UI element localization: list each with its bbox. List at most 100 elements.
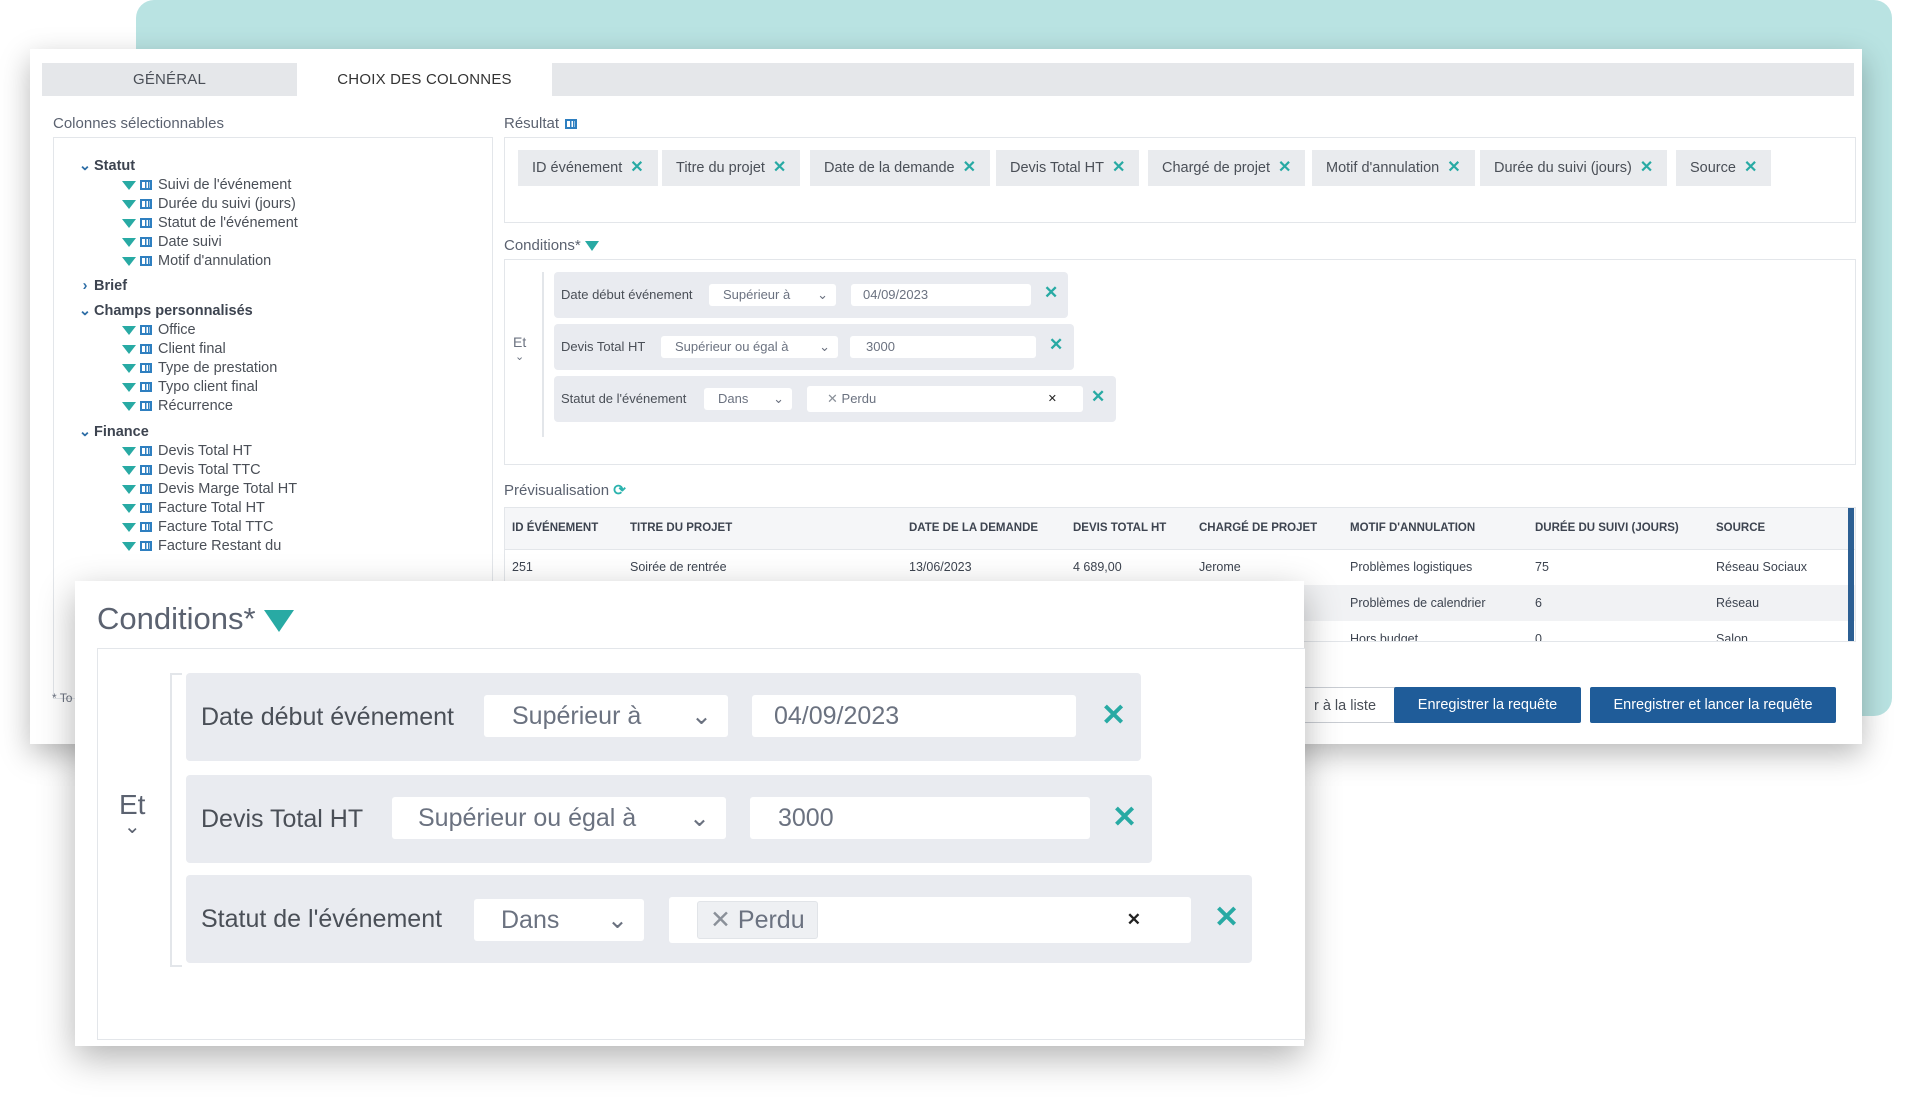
column-header[interactable]: CHARGÉ DE PROJET xyxy=(1199,522,1317,534)
close-icon[interactable]: ✕ xyxy=(773,159,786,176)
column-header[interactable]: TITRE DU PROJET xyxy=(630,522,732,534)
column-header[interactable]: DATE DE LA DEMANDE xyxy=(909,522,1038,534)
clear-icon[interactable]: ✕ xyxy=(1048,386,1057,412)
tag-remove-icon[interactable]: ✕ xyxy=(710,906,731,934)
tree-group-brief[interactable]: › Brief xyxy=(76,278,127,294)
tree-item[interactable]: Devis Total TTC xyxy=(122,462,261,478)
operator-select[interactable]: Dans ⌄ xyxy=(704,388,792,410)
result-chip[interactable]: Source ✕ xyxy=(1676,150,1772,186)
close-icon[interactable]: ✕ xyxy=(1278,159,1291,176)
filter-icon[interactable] xyxy=(122,256,136,266)
column-icon[interactable] xyxy=(140,344,152,355)
tree-item[interactable]: Typo client final xyxy=(122,379,258,395)
filter-icon[interactable] xyxy=(122,382,136,392)
filter-icon[interactable] xyxy=(122,218,136,228)
value-input[interactable]: 04/09/2023 xyxy=(752,695,1076,737)
column-header[interactable]: DURÉE DU SUIVI (JOURS) xyxy=(1535,522,1679,534)
column-icon[interactable] xyxy=(140,218,152,229)
result-chip[interactable]: Date de la demande ✕ xyxy=(810,150,990,186)
refresh-icon[interactable]: ⟳ xyxy=(613,482,626,499)
column-icon[interactable] xyxy=(140,199,152,210)
tree-item[interactable]: Client final xyxy=(122,341,226,357)
value-input[interactable]: 04/09/2023 xyxy=(851,284,1031,306)
tree-item[interactable]: Récurrence xyxy=(122,398,233,414)
save-and-run-query-button[interactable]: Enregistrer et lancer la requête xyxy=(1590,687,1836,723)
logic-operator[interactable]: Et ⌄ xyxy=(119,789,145,837)
close-icon[interactable]: ✕ xyxy=(963,159,976,176)
remove-condition-icon[interactable]: ✕ xyxy=(1214,900,1239,935)
close-icon[interactable]: ✕ xyxy=(1112,159,1125,176)
close-icon[interactable]: ✕ xyxy=(1447,159,1460,176)
remove-condition-icon[interactable]: ✕ xyxy=(1112,800,1137,835)
filter-icon[interactable] xyxy=(122,237,136,247)
filter-icon[interactable] xyxy=(122,503,136,513)
remove-condition-icon[interactable]: ✕ xyxy=(1044,283,1058,303)
close-icon[interactable]: ✕ xyxy=(1640,159,1653,176)
column-icon[interactable] xyxy=(140,363,152,374)
tree-item[interactable]: Facture Restant du xyxy=(122,538,281,554)
column-header[interactable]: SOURCE xyxy=(1716,522,1765,534)
column-icon[interactable] xyxy=(140,256,152,267)
tree-group-finance[interactable]: ⌄ Finance xyxy=(76,424,149,440)
value-input[interactable]: 3000 xyxy=(750,797,1090,839)
operator-select[interactable]: Supérieur à ⌄ xyxy=(709,284,836,306)
column-icon[interactable] xyxy=(140,325,152,336)
filter-icon[interactable] xyxy=(122,401,136,411)
remove-condition-icon[interactable]: ✕ xyxy=(1101,698,1126,733)
tree-group-custom-fields[interactable]: ⌄ Champs personnalisés xyxy=(76,303,253,319)
column-icon[interactable] xyxy=(140,382,152,393)
remove-condition-icon[interactable]: ✕ xyxy=(1049,335,1063,355)
column-icon[interactable] xyxy=(140,237,152,248)
clear-icon[interactable]: ✕ xyxy=(1127,897,1141,943)
remove-condition-icon[interactable]: ✕ xyxy=(1091,387,1105,407)
tree-item[interactable]: Statut de l'événement xyxy=(122,215,298,231)
tree-item[interactable]: Durée du suivi (jours) xyxy=(122,196,296,212)
result-chip[interactable]: Motif d'annulation ✕ xyxy=(1312,150,1475,186)
filter-icon[interactable] xyxy=(122,344,136,354)
column-icon[interactable] xyxy=(140,503,152,514)
result-chip[interactable]: Devis Total HT ✕ xyxy=(996,150,1140,186)
result-chip[interactable]: Durée du suivi (jours) ✕ xyxy=(1480,150,1668,186)
column-header[interactable]: MOTIF D'ANNULATION xyxy=(1350,522,1475,534)
filter-icon[interactable] xyxy=(122,325,136,335)
tab-column-choice[interactable]: CHOIX DES COLONNES xyxy=(297,63,552,96)
operator-select[interactable]: Dans ⌄ xyxy=(474,899,644,941)
column-icon[interactable] xyxy=(140,465,152,476)
column-header[interactable]: DEVIS TOTAL HT xyxy=(1073,522,1166,534)
tab-general[interactable]: GÉNÉRAL xyxy=(42,63,297,96)
filter-icon[interactable] xyxy=(122,363,136,373)
tree-item[interactable]: Devis Marge Total HT xyxy=(122,481,297,497)
column-header[interactable]: ID ÉVÉNEMENT xyxy=(512,522,598,534)
value-input[interactable]: 3000 xyxy=(850,336,1036,358)
result-chip[interactable]: ID événement ✕ xyxy=(518,150,658,186)
tree-item[interactable]: Office xyxy=(122,322,196,338)
operator-select[interactable]: Supérieur ou égal à ⌄ xyxy=(661,336,838,358)
column-icon[interactable] xyxy=(140,522,152,533)
column-icon[interactable] xyxy=(140,446,152,457)
column-icon[interactable] xyxy=(140,180,152,191)
column-icon[interactable] xyxy=(140,484,152,495)
filter-icon[interactable] xyxy=(122,180,136,190)
filter-icon[interactable] xyxy=(122,522,136,532)
filter-icon[interactable] xyxy=(122,446,136,456)
filter-icon[interactable] xyxy=(122,465,136,475)
tree-item[interactable]: Motif d'annulation xyxy=(122,253,271,269)
filter-icon[interactable] xyxy=(122,199,136,209)
column-icon[interactable] xyxy=(140,401,152,412)
column-icon[interactable] xyxy=(140,541,152,552)
result-chip[interactable]: Titre du projet ✕ xyxy=(662,150,801,186)
filter-icon[interactable] xyxy=(122,541,136,551)
tree-item[interactable]: Facture Total TTC xyxy=(122,519,274,535)
scrollbar[interactable] xyxy=(1848,508,1854,641)
tag-remove-icon[interactable]: ✕ xyxy=(827,391,838,406)
result-chip[interactable]: Chargé de projet ✕ xyxy=(1148,150,1306,186)
operator-select[interactable]: Supérieur ou égal à ⌄ xyxy=(392,797,726,839)
tree-item[interactable]: Suivi de l'événement xyxy=(122,177,291,193)
save-query-button[interactable]: Enregistrer la requête xyxy=(1394,687,1581,723)
tree-item[interactable]: Date suivi xyxy=(122,234,222,250)
close-icon[interactable]: ✕ xyxy=(630,159,643,176)
tree-item[interactable]: Type de prestation xyxy=(122,360,277,376)
filter-icon[interactable] xyxy=(122,484,136,494)
tree-group-statut[interactable]: ⌄ Statut xyxy=(76,158,135,174)
multi-select-input[interactable]: ✕ Perdu ✕ xyxy=(807,386,1083,412)
